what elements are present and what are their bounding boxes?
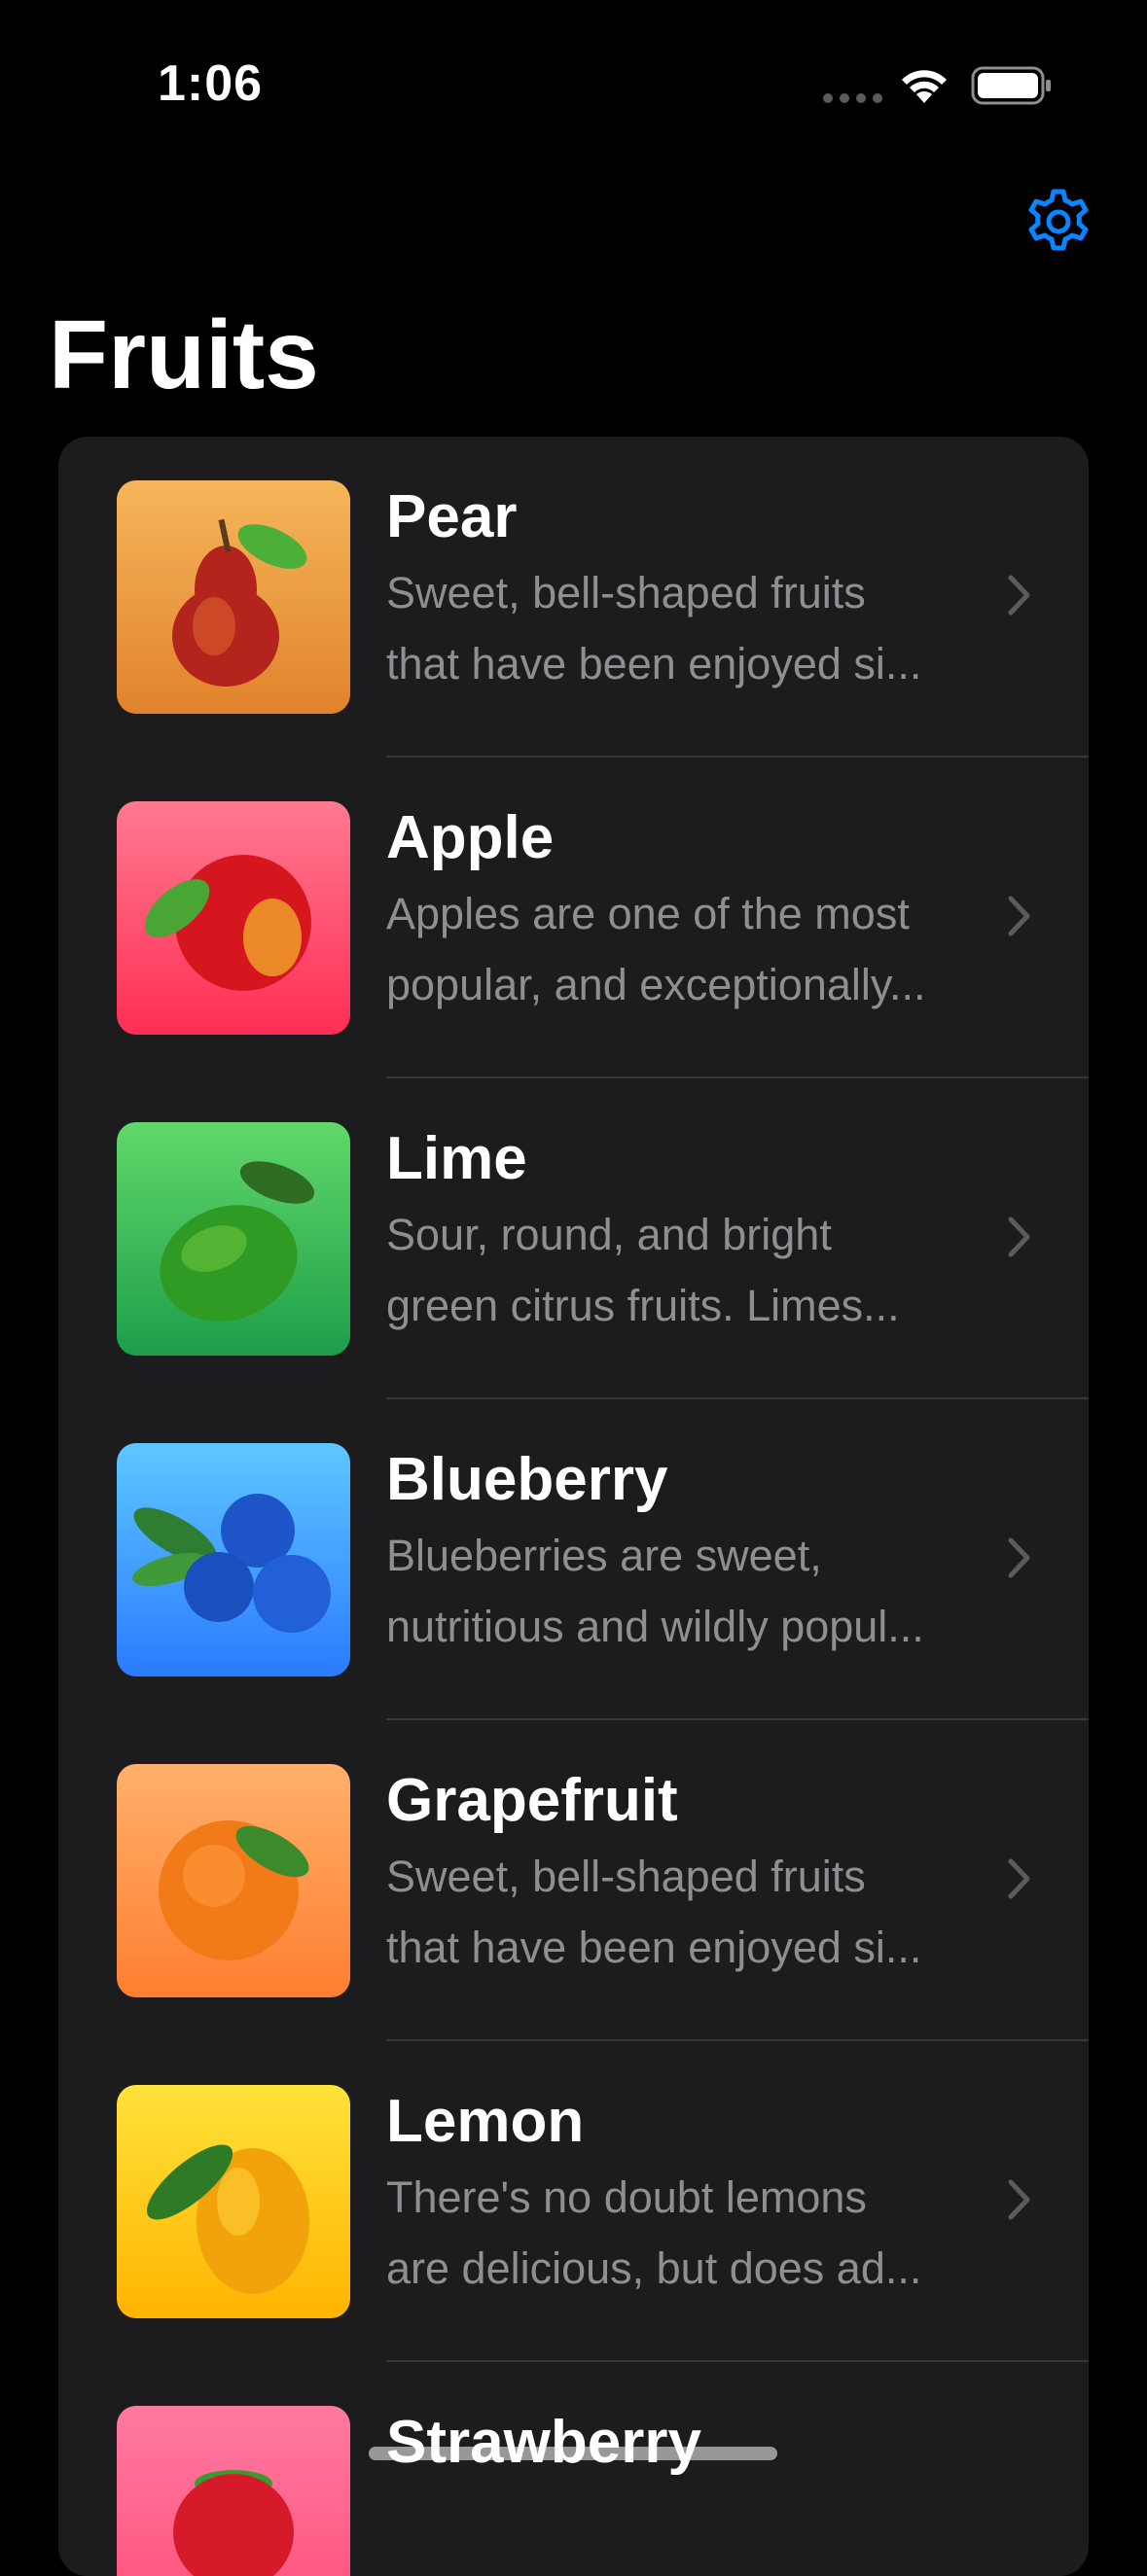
- page-title: Fruits: [49, 300, 319, 409]
- lime-image: [117, 1122, 350, 1356]
- gear-icon: [1028, 189, 1089, 251]
- chevron-right-icon: [1008, 896, 1030, 936]
- wifi-icon: [902, 70, 947, 103]
- chevron-right-icon: [1008, 1537, 1030, 1578]
- fruit-description: Sweet, bell-shaped fruits that have been…: [386, 568, 922, 688]
- list-item-lemon[interactable]: Lemon There's no doubt lemons are delici…: [58, 2041, 1089, 2362]
- pear-image: [117, 480, 350, 714]
- strawberry-image: [117, 2406, 350, 2576]
- fruit-description: Blueberries are sweet, nutritious and wi…: [386, 1531, 924, 1651]
- fruit-description: Sweet, bell-shaped fruits that have been…: [386, 1852, 922, 1972]
- fruit-description: Apples are one of the most popular, and …: [386, 889, 926, 1009]
- fruit-name: Pear: [386, 483, 518, 550]
- list-item-pear[interactable]: Pear Sweet, bell-shaped fruits that have…: [58, 437, 1089, 758]
- fruit-name: Lemon: [386, 2088, 585, 2155]
- status-time: 1:06: [158, 55, 264, 112]
- chevron-right-icon: [1008, 2179, 1030, 2220]
- grapefruit-image: [117, 1764, 350, 1997]
- apple-image: [117, 801, 350, 1035]
- chevron-right-icon: [1008, 1858, 1030, 1899]
- cellular-dots-icon: [823, 93, 882, 103]
- fruit-name: Strawberry: [386, 2409, 701, 2476]
- fruit-name: Grapefruit: [386, 1767, 678, 1834]
- fruit-name: Blueberry: [386, 1446, 668, 1513]
- battery-icon: [971, 66, 1051, 105]
- fruit-name: Apple: [386, 804, 555, 871]
- list-item-lime[interactable]: Lime Sour, round, and bright green citru…: [58, 1078, 1089, 1399]
- chevron-right-icon: [1008, 575, 1030, 616]
- blueberry-image: [117, 1443, 350, 1676]
- list-item-blueberry[interactable]: Blueberry Blueberries are sweet, nutriti…: [58, 1399, 1089, 1720]
- lemon-image: [117, 2085, 350, 2318]
- fruit-list: Pear Sweet, bell-shaped fruits that have…: [58, 437, 1089, 2576]
- list-item-grapefruit[interactable]: Grapefruit Sweet, bell-shaped fruits tha…: [58, 1720, 1089, 2041]
- list-item-strawberry[interactable]: Strawberry: [58, 2362, 1089, 2576]
- list-item-apple[interactable]: Apple Apples are one of the most popular…: [58, 758, 1089, 1078]
- fruit-description: There's no doubt lemons are delicious, b…: [386, 2172, 922, 2293]
- settings-button[interactable]: [1023, 187, 1093, 257]
- fruit-name: Lime: [386, 1125, 527, 1192]
- home-indicator[interactable]: [369, 2447, 777, 2460]
- status-bar: 1:06: [0, 0, 1147, 146]
- chevron-right-icon: [1008, 1217, 1030, 1257]
- fruit-description: Sour, round, and bright green citrus fru…: [386, 1210, 900, 1330]
